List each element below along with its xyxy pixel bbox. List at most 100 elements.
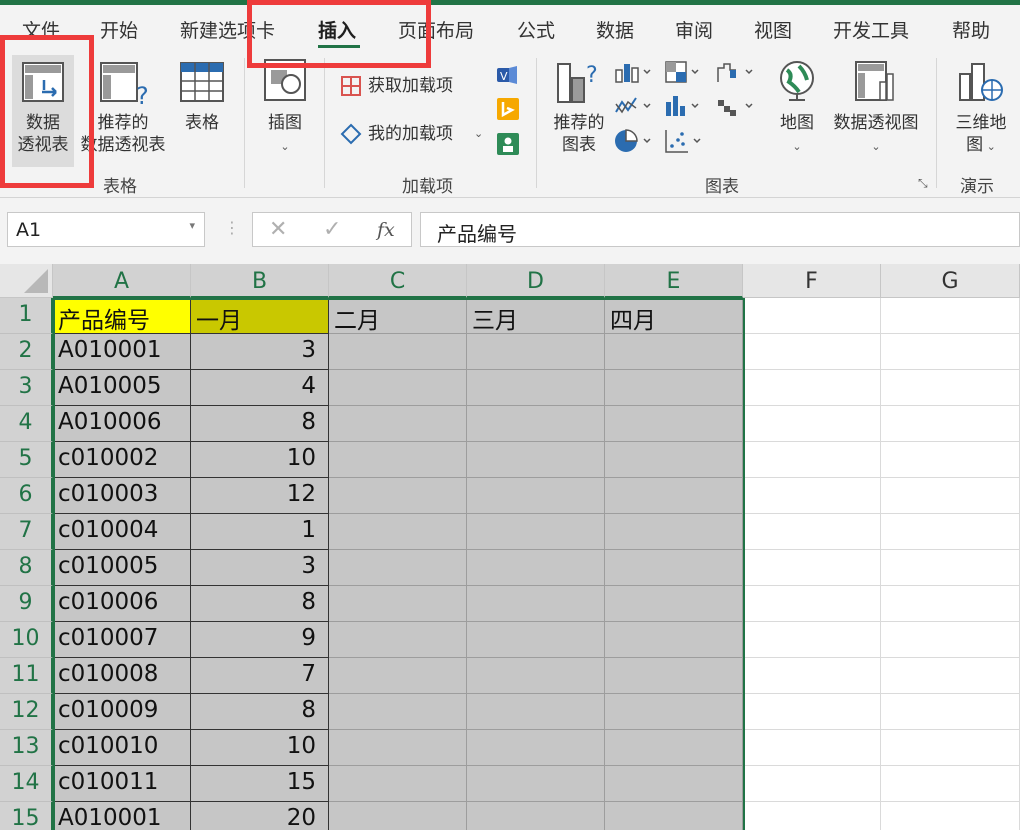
- cell-c6[interactable]: [329, 478, 467, 514]
- cell-c12[interactable]: [329, 694, 467, 730]
- cell-d10[interactable]: [467, 622, 605, 658]
- cell-c2[interactable]: [329, 334, 467, 370]
- cancel-icon[interactable]: ✕: [269, 217, 287, 242]
- dialog-launcher-icon[interactable]: ⤡: [918, 176, 928, 191]
- cell-g5[interactable]: [881, 442, 1020, 478]
- cell-d6[interactable]: [467, 478, 605, 514]
- cell-e7[interactable]: [605, 514, 743, 550]
- name-box[interactable]: A1 ▾: [7, 212, 205, 247]
- cell-c10[interactable]: [329, 622, 467, 658]
- formula-input[interactable]: 产品编号: [420, 212, 1020, 247]
- cell-g13[interactable]: [881, 730, 1020, 766]
- column-header-f[interactable]: F: [743, 264, 881, 298]
- cell-d11[interactable]: [467, 658, 605, 694]
- cell-b12[interactable]: 8: [191, 694, 329, 730]
- visio-icon[interactable]: V: [497, 64, 519, 86]
- cell-a6[interactable]: c010003: [53, 478, 191, 514]
- cell-f14[interactable]: [743, 766, 881, 802]
- cell-d5[interactable]: [467, 442, 605, 478]
- cell-g1[interactable]: [881, 298, 1020, 334]
- cell-f10[interactable]: [743, 622, 881, 658]
- combo-chart-icon[interactable]: [716, 94, 756, 118]
- cell-a10[interactable]: c010007: [53, 622, 191, 658]
- tab-home[interactable]: 开始: [100, 16, 138, 43]
- cell-d7[interactable]: [467, 514, 605, 550]
- name-box-dropdown-icon[interactable]: ▾: [189, 219, 195, 232]
- cell-f6[interactable]: [743, 478, 881, 514]
- cell-b5[interactable]: 10: [191, 442, 329, 478]
- cell-g11[interactable]: [881, 658, 1020, 694]
- cell-b7[interactable]: 1: [191, 514, 329, 550]
- cell-b9[interactable]: 8: [191, 586, 329, 622]
- cell-g12[interactable]: [881, 694, 1020, 730]
- hierarchy-chart-icon[interactable]: [664, 60, 704, 84]
- cell-c5[interactable]: [329, 442, 467, 478]
- table-button[interactable]: 表格: [172, 58, 232, 166]
- cell-b1[interactable]: 一月: [191, 298, 329, 334]
- row-header-5[interactable]: 5: [0, 442, 53, 478]
- cell-f8[interactable]: [743, 550, 881, 586]
- cell-d13[interactable]: [467, 730, 605, 766]
- cell-a4[interactable]: A010006: [53, 406, 191, 442]
- cell-e12[interactable]: [605, 694, 743, 730]
- cell-c15[interactable]: [329, 802, 467, 830]
- cell-f5[interactable]: [743, 442, 881, 478]
- my-addins-button[interactable]: 我的加载项 ⌄: [340, 120, 490, 150]
- cell-a3[interactable]: A010005: [53, 370, 191, 406]
- cell-g4[interactable]: [881, 406, 1020, 442]
- cell-a8[interactable]: c010005: [53, 550, 191, 586]
- column-header-d[interactable]: D: [467, 264, 605, 298]
- cell-b4[interactable]: 8: [191, 406, 329, 442]
- cell-g2[interactable]: [881, 334, 1020, 370]
- cell-g14[interactable]: [881, 766, 1020, 802]
- cell-c8[interactable]: [329, 550, 467, 586]
- row-header-3[interactable]: 3: [0, 370, 53, 406]
- scatter-chart-icon[interactable]: [664, 128, 704, 154]
- row-header-4[interactable]: 4: [0, 406, 53, 442]
- illustrations-button[interactable]: 插图 ⌄: [256, 58, 314, 166]
- cell-g7[interactable]: [881, 514, 1020, 550]
- cell-d9[interactable]: [467, 586, 605, 622]
- pie-chart-icon[interactable]: [614, 128, 654, 154]
- cell-f9[interactable]: [743, 586, 881, 622]
- tab-view[interactable]: 视图: [754, 16, 792, 43]
- row-header-13[interactable]: 13: [0, 730, 53, 766]
- row-header-14[interactable]: 14: [0, 766, 53, 802]
- tab-developer[interactable]: 开发工具: [833, 16, 909, 43]
- tab-data[interactable]: 数据: [596, 16, 634, 43]
- cell-a13[interactable]: c010010: [53, 730, 191, 766]
- tab-formulas[interactable]: 公式: [517, 16, 555, 43]
- row-header-1[interactable]: 1: [0, 298, 53, 334]
- cell-d12[interactable]: [467, 694, 605, 730]
- cell-g15[interactable]: [881, 802, 1020, 830]
- cell-e3[interactable]: [605, 370, 743, 406]
- row-header-7[interactable]: 7: [0, 514, 53, 550]
- formula-bar-grip-icon[interactable]: ⋮: [224, 218, 240, 237]
- column-header-a[interactable]: A: [53, 264, 191, 298]
- cell-b13[interactable]: 10: [191, 730, 329, 766]
- recommended-charts-button[interactable]: ? 推荐的 图表: [548, 58, 610, 166]
- line-chart-icon[interactable]: [614, 94, 654, 118]
- cell-f3[interactable]: [743, 370, 881, 406]
- cell-d15[interactable]: [467, 802, 605, 830]
- cell-d1[interactable]: 三月: [467, 298, 605, 334]
- cell-e5[interactable]: [605, 442, 743, 478]
- bing-maps-icon[interactable]: [497, 98, 519, 120]
- insert-function-button[interactable]: fx: [377, 219, 395, 241]
- row-header-6[interactable]: 6: [0, 478, 53, 514]
- cell-b14[interactable]: 15: [191, 766, 329, 802]
- row-header-8[interactable]: 8: [0, 550, 53, 586]
- cell-a2[interactable]: A010001: [53, 334, 191, 370]
- cell-e15[interactable]: [605, 802, 743, 830]
- cell-f7[interactable]: [743, 514, 881, 550]
- cell-a11[interactable]: c010008: [53, 658, 191, 694]
- cell-f15[interactable]: [743, 802, 881, 830]
- row-header-12[interactable]: 12: [0, 694, 53, 730]
- cell-f2[interactable]: [743, 334, 881, 370]
- cell-a1[interactable]: 产品编号: [53, 298, 191, 334]
- cell-f13[interactable]: [743, 730, 881, 766]
- cell-b2[interactable]: 3: [191, 334, 329, 370]
- cell-f12[interactable]: [743, 694, 881, 730]
- cell-a9[interactable]: c010006: [53, 586, 191, 622]
- statistic-chart-icon[interactable]: [664, 94, 704, 118]
